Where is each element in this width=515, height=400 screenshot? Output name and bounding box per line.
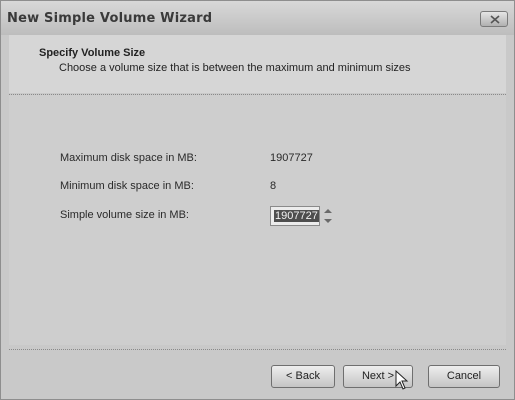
close-button[interactable]	[480, 11, 508, 27]
wizard-window: New Simple Volume Wizard Specify Volume …	[0, 0, 515, 400]
volume-size-input[interactable]: 1907727	[270, 206, 320, 226]
back-button[interactable]: < Back	[271, 365, 335, 388]
volume-size-spinner[interactable]	[321, 206, 335, 226]
wizard-body: Maximum disk space in MB: 1907727 Minimu…	[9, 95, 506, 345]
wizard-header: Specify Volume Size Choose a volume size…	[9, 35, 506, 93]
page-subtitle: Choose a volume size that is between the…	[59, 62, 411, 74]
volume-size-label: Simple volume size in MB:	[60, 209, 189, 221]
window-title: New Simple Volume Wizard	[7, 11, 213, 26]
cancel-button[interactable]: Cancel	[428, 365, 500, 388]
close-icon	[490, 15, 500, 24]
title-bar[interactable]: New Simple Volume Wizard	[1, 1, 514, 35]
chevron-up-icon[interactable]	[321, 206, 335, 216]
min-disk-label: Minimum disk space in MB:	[60, 180, 194, 192]
mouse-pointer-icon	[395, 370, 409, 390]
footer-divider	[9, 349, 506, 350]
min-disk-value: 8	[270, 180, 277, 192]
max-disk-label: Maximum disk space in MB:	[60, 152, 197, 164]
max-disk-value: 1907727	[270, 152, 313, 164]
volume-size-value: 1907727	[274, 210, 319, 222]
page-title: Specify Volume Size	[39, 47, 146, 59]
chevron-down-icon[interactable]	[321, 216, 335, 226]
